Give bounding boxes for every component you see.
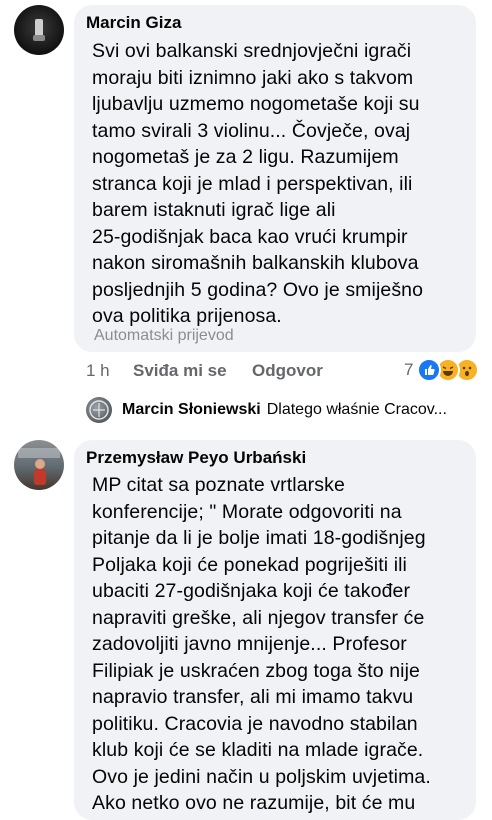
reply-profile-photo-icon [89,400,109,420]
like-icon [417,358,442,382]
comment-text-line: ova politika prijenosa. [92,305,282,327]
comment-text-line: Ako netko ovo ne razumije, bit će mu [92,792,416,814]
comment-text-line: MP citat sa poznate vrtlarske [92,474,345,496]
comment-author[interactable]: Przemysław Peyo Urbański [86,448,306,468]
auto-translation-label[interactable]: Automatski prijevod [94,327,234,345]
comment-author[interactable]: Marcin Giza [86,13,181,33]
comment-timestamp[interactable]: 1 h [86,361,110,381]
comment-text-line: zadovoljiti javno mnijenje... Profesor [92,633,407,655]
comment-text-line: ubaciti 27-godišnjaka koji će također [92,580,411,602]
comment-text-line: ljubavlju uzmemo nogometaše koji su [92,93,420,115]
like-button[interactable]: Sviđa mi se [133,361,227,381]
comment-text-line: 25-godišnjak baca kao vrući krumpir [92,225,408,248]
comment-text-line: napravio transfer, ali mi imamo takvu [92,686,414,708]
comment-text-line: politiku. Cracovia je navodno stabilan [92,712,418,735]
comment-text-line: konferencije; " Morate odgovoriti na [92,500,402,523]
avatar-przemyslaw-urbanski[interactable] [14,440,64,490]
comment-text-line: stranca koji je mlad i perspektivan, ili [92,172,413,195]
comment-text-line: napraviti greške, ali njegov transfer će [92,606,425,629]
comment-text-line: moraju biti iznimno jaki ako s takvom [92,66,414,89]
comment-text-line: klub koji će se kladiti na mlade igrače. [92,739,424,761]
profile-photo-icon [18,448,60,485]
profile-photo-icon [33,19,45,41]
comment-text-line: Filipiak je uskraćen zbog toga što nije [92,659,420,682]
avatar-marcin-giza[interactable] [14,5,64,55]
comment-text-line: nakon siromašnih balkanskih klubova [92,252,419,274]
comment-text-line: pitanje da li je bolje imati 18-godišnje… [92,527,426,549]
reply-preview[interactable]: Marcin Słoniewski Dlatego właśnie Cracov… [86,397,447,423]
comment-text-line: Poljaka koji će ponekad pogriješiti ili [92,553,407,576]
comment-text-line: barem istaknuti igrač lige ali [92,199,336,221]
comment-text-line: nogometaš je za 2 ligu. Razumijem [92,146,399,168]
comment-text-line: Svi ovi balkanski srednjovječni igrači [92,40,412,62]
reply-author[interactable]: Marcin Słoniewski [122,401,261,419]
comment-bubble [74,440,476,820]
comment-text-line: tamo svirali 3 violinu... Čovječe, ovaj [92,119,411,142]
reaction-count: 7 [404,360,414,379]
reply-avatar[interactable] [86,397,112,423]
comment-text-line: Ovo je jedini način u poljskim uvjetima. [92,765,431,788]
reaction-summary[interactable]: 7 [404,358,480,382]
comment-text-line: posljednjih 5 godina? Ovo je smiješno [92,278,424,301]
reply-button[interactable]: Odgovor [252,361,323,381]
reply-snippet: Dlatego właśnie Cracov... [266,401,447,418]
